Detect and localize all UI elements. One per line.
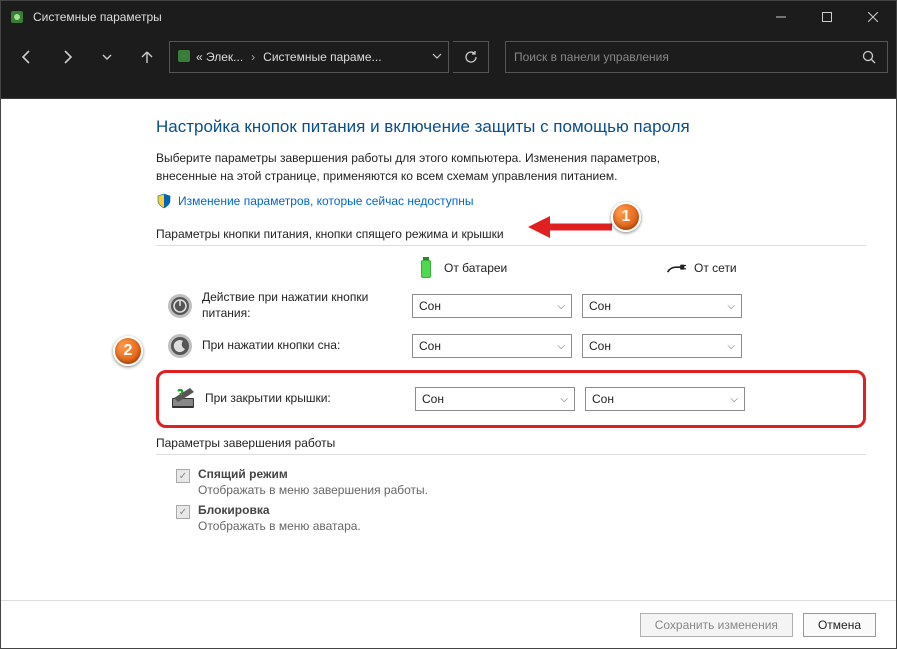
column-ac: От сети (666, 258, 826, 278)
window-title: Системные параметры (33, 10, 758, 24)
checkbox-lock-label: Блокировка Отображать в меню аватара. (198, 503, 361, 533)
lid-close-ac-select[interactable]: Сон⌵ (585, 387, 745, 411)
chevron-down-icon: ⌵ (727, 341, 735, 352)
power-button-icon (164, 290, 196, 322)
sleep-button-icon (164, 330, 196, 362)
power-button-battery-select[interactable]: Сон⌵ (412, 294, 572, 318)
row-lid-close: При закрытии крышки: Сон⌵ Сон⌵ (156, 370, 866, 428)
up-button[interactable] (129, 39, 165, 75)
refresh-button[interactable] (453, 41, 489, 73)
section-shutdown-title: Параметры завершения работы (156, 436, 866, 455)
annotation-arrow-1 (528, 216, 614, 238)
breadcrumb-crumb-1[interactable]: « Элек... (196, 50, 243, 64)
footer: Сохранить изменения Отмена (1, 600, 896, 648)
navbar: « Элек... Системные параме... (1, 33, 896, 81)
chevron-down-icon: ⌵ (727, 301, 735, 312)
titlebar: Системные параметры (1, 1, 896, 33)
checkbox-sleep-label: Спящий режим Отображать в меню завершени… (198, 467, 428, 497)
admin-link-row: Изменение параметров, которые сейчас нед… (156, 193, 866, 209)
annotation-badge-1: 1 (611, 202, 641, 232)
checkbox-sleep-mode: Спящий режим Отображать в меню завершени… (176, 467, 866, 497)
breadcrumb[interactable]: « Элек... Системные параме... (169, 41, 449, 73)
change-unavailable-settings-link[interactable]: Изменение параметров, которые сейчас нед… (178, 194, 474, 208)
shutdown-section: Параметры завершения работы Спящий режим… (156, 436, 866, 533)
maximize-button[interactable] (804, 1, 850, 33)
checkbox-icon (176, 505, 190, 519)
lid-close-battery-select[interactable]: Сон⌵ (415, 387, 575, 411)
shield-icon (156, 193, 172, 209)
breadcrumb-separator (247, 50, 259, 64)
breadcrumb-icon (176, 48, 192, 67)
toolbar-strip (1, 81, 896, 99)
checkbox-icon (176, 469, 190, 483)
cancel-button[interactable]: Отмена (803, 613, 876, 637)
sleep-button-battery-select[interactable]: Сон⌵ (412, 334, 572, 358)
chevron-down-icon: ⌵ (557, 341, 565, 352)
battery-icon (416, 258, 436, 278)
row-sleep-button: При нажатии кнопки сна: Сон⌵ Сон⌵ (156, 326, 866, 366)
laptop-lid-icon (167, 383, 199, 415)
chevron-down-icon[interactable] (432, 50, 442, 64)
column-battery-label: От батареи (444, 261, 507, 275)
row-power-button: Действие при нажатии кнопки питания: Сон… (156, 286, 866, 326)
back-button[interactable] (9, 39, 45, 75)
row-power-button-label: Действие при нажатии кнопки питания: (202, 290, 412, 321)
search-box[interactable] (505, 41, 888, 73)
page-description: Выберите параметры завершения работы для… (156, 149, 716, 185)
annotation-badge-2: 2 (113, 336, 143, 366)
sleep-button-ac-select[interactable]: Сон⌵ (582, 334, 742, 358)
search-icon[interactable] (859, 50, 879, 64)
column-ac-label: От сети (694, 261, 737, 275)
minimize-button[interactable] (758, 1, 804, 33)
section-power-buttons-title: Параметры кнопки питания, кнопки спящего… (156, 227, 866, 246)
power-button-ac-select[interactable]: Сон⌵ (582, 294, 742, 318)
plug-icon (666, 258, 686, 278)
window: Системные параметры « Элек... Системные … (0, 0, 897, 649)
row-lid-close-label: При закрытии крышки: (205, 391, 415, 407)
recent-dropdown[interactable] (89, 39, 125, 75)
page-heading: Настройка кнопок питания и включение защ… (156, 117, 866, 137)
breadcrumb-crumb-2[interactable]: Системные параме... (263, 50, 381, 64)
column-battery: От батареи (416, 258, 576, 278)
setting-rows: Действие при нажатии кнопки питания: Сон… (156, 286, 866, 428)
checkbox-lock: Блокировка Отображать в меню аватара. (176, 503, 866, 533)
chevron-down-icon: ⌵ (557, 301, 565, 312)
chevron-down-icon: ⌵ (560, 394, 568, 405)
app-icon (9, 9, 25, 25)
chevron-down-icon: ⌵ (730, 394, 738, 405)
column-headers: От батареи От сети (156, 258, 866, 278)
close-button[interactable] (850, 1, 896, 33)
row-sleep-button-label: При нажатии кнопки сна: (202, 338, 412, 354)
search-input[interactable] (514, 50, 859, 64)
save-button[interactable]: Сохранить изменения (640, 613, 793, 637)
forward-button[interactable] (49, 39, 85, 75)
